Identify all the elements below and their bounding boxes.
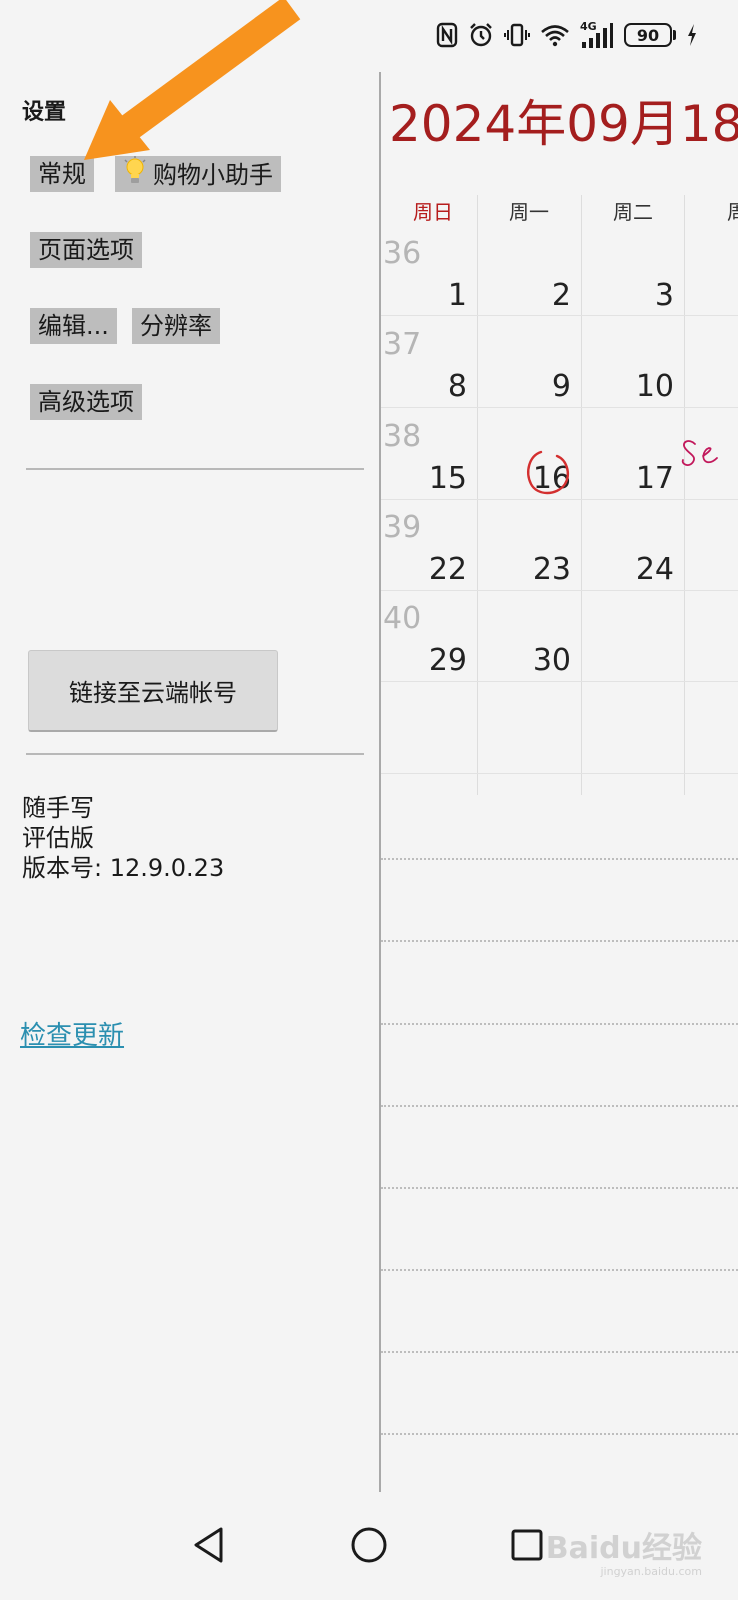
weekday-header: 周 bbox=[727, 200, 738, 224]
general-button[interactable]: 常规 bbox=[30, 156, 94, 192]
watermark-sub: jingyan.baidu.com bbox=[600, 1565, 702, 1578]
calendar-day[interactable]: 10 bbox=[594, 369, 674, 404]
battery-icon: 90 bbox=[624, 23, 676, 47]
handwriting-ink bbox=[681, 440, 718, 466]
note-line bbox=[381, 1351, 738, 1353]
calendar-day[interactable]: 23 bbox=[491, 552, 571, 587]
calendar-day[interactable]: 8 bbox=[387, 369, 467, 404]
signal-4g-icon: 4G bbox=[580, 20, 614, 50]
screen: 4G 90 设置 常规 购物小助手 页面选项 编辑... 分辨率 高级选项 链接… bbox=[0, 0, 738, 1600]
week-number: 36 bbox=[383, 236, 422, 271]
status-icons: 4G 90 bbox=[436, 20, 698, 50]
wifi-icon bbox=[540, 23, 570, 47]
calendar-day[interactable]: 9 bbox=[491, 369, 571, 404]
divider bbox=[26, 753, 364, 755]
edit-button[interactable]: 编辑... bbox=[30, 308, 117, 344]
calendar-day[interactable]: 3 bbox=[594, 278, 674, 313]
calendar-day[interactable]: 17 bbox=[594, 461, 674, 496]
week-number: 38 bbox=[383, 419, 422, 454]
note-line bbox=[381, 858, 738, 860]
advanced-options-button[interactable]: 高级选项 bbox=[30, 384, 142, 420]
note-line bbox=[381, 1023, 738, 1025]
calendar-day[interactable]: 22 bbox=[387, 552, 467, 587]
weekday-header: 周二 bbox=[613, 200, 653, 224]
calendar-day[interactable]: 30 bbox=[491, 643, 571, 678]
baidu-watermark: Baidu经验 jingyan.baidu.com bbox=[546, 1523, 702, 1578]
network-label: 4G bbox=[580, 20, 597, 33]
calendar-date-title: 2024年09月18日 bbox=[389, 95, 738, 153]
note-line bbox=[381, 1269, 738, 1271]
handwritten-circle bbox=[527, 450, 569, 495]
lightbulb-icon bbox=[123, 156, 147, 196]
watermark-text: Baidu经验 bbox=[545, 1531, 702, 1566]
weekday-header: 周日 bbox=[413, 200, 453, 224]
calendar-day[interactable]: 15 bbox=[387, 461, 467, 496]
link-cloud-account-button[interactable]: 链接至云端帐号 bbox=[28, 650, 278, 732]
nfc-icon bbox=[436, 22, 458, 48]
charging-icon bbox=[686, 23, 698, 47]
note-line bbox=[381, 940, 738, 942]
back-icon[interactable] bbox=[184, 1520, 234, 1570]
battery-level: 90 bbox=[636, 25, 660, 45]
divider bbox=[26, 468, 364, 470]
settings-title: 设置 bbox=[22, 100, 67, 125]
resolution-button[interactable]: 分辨率 bbox=[132, 308, 220, 344]
navigation-bar: Baidu经验 jingyan.baidu.com bbox=[0, 1490, 738, 1600]
home-icon[interactable] bbox=[344, 1520, 394, 1570]
alarm-icon bbox=[468, 22, 494, 48]
week-number: 37 bbox=[383, 327, 422, 362]
note-line bbox=[381, 1433, 738, 1435]
status-bar: 4G 90 bbox=[0, 0, 738, 70]
calendar-day[interactable]: 2 bbox=[491, 278, 571, 313]
note-line bbox=[381, 1105, 738, 1107]
shopping-assistant-label: 购物小助手 bbox=[153, 161, 273, 189]
settings-panel: 设置 常规 购物小助手 页面选项 编辑... 分辨率 高级选项 链接至云端帐号 … bbox=[0, 70, 378, 1490]
check-update-link[interactable]: 检查更新 bbox=[20, 1015, 124, 1052]
note-line bbox=[381, 1187, 738, 1189]
week-number: 39 bbox=[383, 510, 422, 545]
vibrate-icon bbox=[504, 22, 530, 48]
calendar-panel: 2024年09月18日 周日 周一 周二 周 36 1 2 3 37 8 9 1… bbox=[381, 70, 738, 1490]
calendar-day[interactable]: 29 bbox=[387, 643, 467, 678]
version-label: 版本号: 12.9.0.23 bbox=[22, 854, 225, 882]
week-number: 40 bbox=[383, 601, 422, 636]
calendar-day[interactable]: 1 bbox=[387, 278, 467, 313]
recents-icon[interactable] bbox=[502, 1520, 552, 1570]
calendar-day[interactable]: 24 bbox=[594, 552, 674, 587]
shopping-assistant-button[interactable]: 购物小助手 bbox=[115, 156, 281, 192]
page-options-button[interactable]: 页面选项 bbox=[30, 232, 142, 268]
weekday-header: 周一 bbox=[509, 200, 549, 224]
